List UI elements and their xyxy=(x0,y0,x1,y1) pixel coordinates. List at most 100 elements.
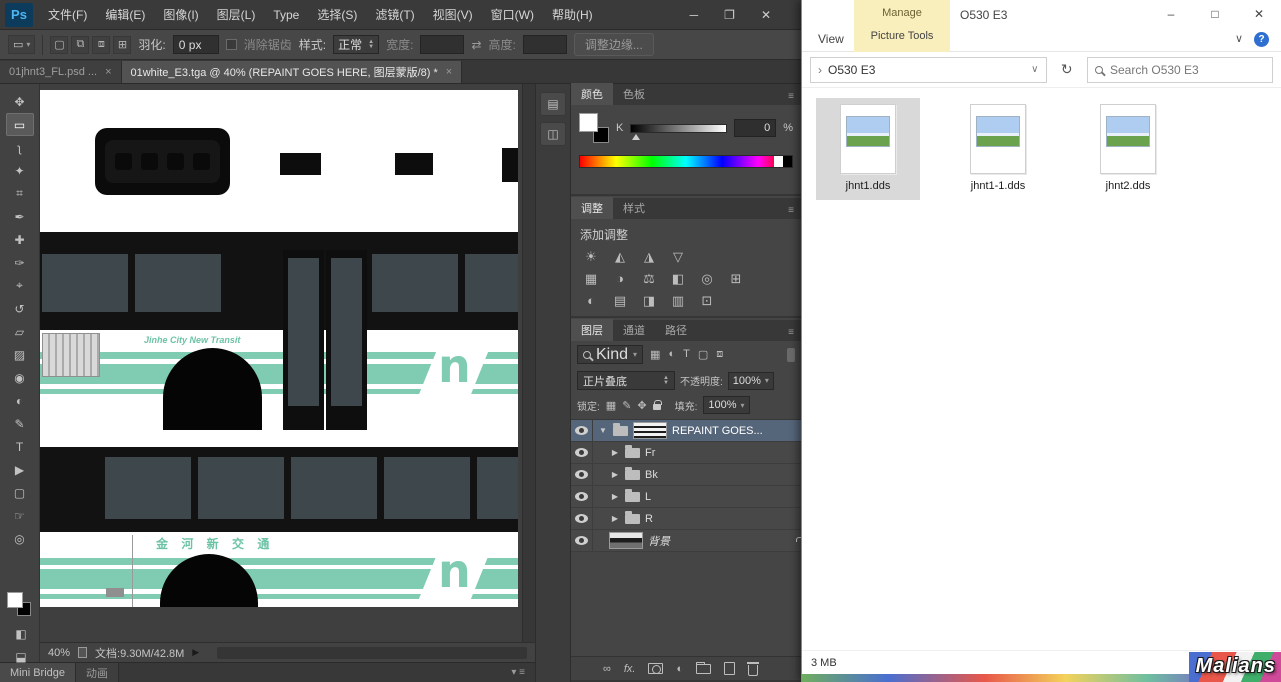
visibility-toggle[interactable] xyxy=(571,442,593,463)
panel-menu-icon[interactable]: ≡ xyxy=(788,205,801,219)
link-layers-icon[interactable]: ∞ xyxy=(603,663,611,675)
close-icon[interactable]: ✕ xyxy=(1237,0,1281,28)
adjustment-icon[interactable]: ◑ xyxy=(610,271,630,287)
refine-edge-button[interactable]: 调整边缘... xyxy=(574,33,654,56)
zoom-level[interactable]: 40% xyxy=(48,647,70,659)
foreground-color-swatch[interactable] xyxy=(7,592,23,608)
tab-close-icon[interactable]: × xyxy=(446,66,452,78)
manage-label[interactable]: Manage xyxy=(854,0,950,19)
menu-item[interactable]: 视图(V) xyxy=(424,0,482,30)
tool-button[interactable]: ◎ xyxy=(6,527,34,550)
tab-adjustments[interactable]: 调整 xyxy=(571,197,613,219)
lock-pixels-icon[interactable]: ✎ xyxy=(622,399,631,412)
file-item[interactable]: jhnt1-1.dds xyxy=(946,98,1050,200)
panel-menu-icon[interactable]: ≡ xyxy=(788,327,801,341)
canvas-artboard[interactable]: Jinhe City New Transit n 金 河 新 交 通 xyxy=(40,90,518,607)
selection-mode-icon[interactable]: ⧈ xyxy=(92,36,110,54)
screen-mode-button[interactable]: ⬓ xyxy=(7,645,35,668)
visibility-toggle[interactable] xyxy=(571,508,593,529)
visibility-toggle[interactable] xyxy=(571,530,593,551)
visibility-toggle[interactable] xyxy=(571,420,593,441)
refresh-button[interactable]: ↻ xyxy=(1055,57,1080,83)
restore-icon[interactable]: ❐ xyxy=(724,8,735,22)
picture-tools-label[interactable]: Picture Tools xyxy=(854,19,950,42)
new-layer-icon[interactable] xyxy=(724,662,735,675)
visibility-toggle[interactable] xyxy=(571,486,593,507)
tool-preset-dropdown[interactable]: ▭ ▾ xyxy=(8,35,35,54)
filter-type-icon[interactable]: T xyxy=(683,348,690,361)
layer-style-icon[interactable]: fx. xyxy=(624,663,636,675)
adjustment-icon[interactable]: ▥ xyxy=(668,293,688,309)
tool-button[interactable]: ✥ xyxy=(6,90,34,113)
filter-type-icon[interactable]: ▢ xyxy=(698,348,708,361)
layer-row[interactable]: ▶ R xyxy=(571,508,801,530)
tool-button[interactable]: ✑ xyxy=(6,251,34,274)
tool-button[interactable]: ▨ xyxy=(6,343,34,366)
feather-input[interactable]: 0 px xyxy=(173,35,219,54)
adjustment-icon[interactable]: ▽ xyxy=(668,249,688,265)
color-spectrum-ramp[interactable] xyxy=(579,155,793,168)
layer-row[interactable]: 背景 xyxy=(571,530,801,552)
adjustment-icon[interactable]: ◎ xyxy=(697,271,717,287)
menu-item[interactable]: 选择(S) xyxy=(308,0,366,30)
lock-all-icon[interactable] xyxy=(653,404,661,410)
color-swatches[interactable]: ◧ ⬓ xyxy=(7,584,35,668)
tab-channels[interactable]: 通道 xyxy=(613,319,655,341)
k-slider[interactable] xyxy=(630,124,727,133)
adjustment-icon[interactable]: ◨ xyxy=(639,293,659,309)
panel-menu-icon[interactable]: ▾ ≡ xyxy=(511,667,535,678)
adjustment-icon[interactable]: ◭ xyxy=(610,249,630,265)
menu-item[interactable]: Type xyxy=(264,0,308,30)
adjustment-icon[interactable]: ▦ xyxy=(581,271,601,287)
tool-button[interactable]: ✒ xyxy=(6,205,34,228)
menu-item[interactable]: 滤镜(T) xyxy=(366,0,423,30)
tool-button[interactable]: ◐ xyxy=(6,389,34,412)
color-swatch-pair[interactable] xyxy=(579,113,609,143)
tool-button[interactable]: ✦ xyxy=(6,159,34,182)
filter-type-icon[interactable]: ▦ xyxy=(650,348,660,361)
minimize-icon[interactable]: – xyxy=(1149,0,1193,28)
panel-menu-icon[interactable]: ≡ xyxy=(788,91,801,105)
antialias-checkbox[interactable] xyxy=(226,39,237,50)
style-dropdown[interactable]: 正常 ▲▼ xyxy=(333,35,379,54)
swap-icon[interactable]: ⇄ xyxy=(471,38,481,52)
play-icon[interactable]: ▶ xyxy=(192,647,199,658)
breadcrumb[interactable]: › O530 E3 ∨ xyxy=(810,57,1047,83)
tool-button[interactable]: ▭ xyxy=(6,113,34,136)
collapsed-panel-button[interactable]: ▤ xyxy=(540,92,566,116)
selection-mode-icon[interactable]: ▢ xyxy=(50,36,68,54)
help-icon[interactable]: ? xyxy=(1254,32,1269,47)
chevron-right-icon[interactable]: › xyxy=(818,63,822,77)
menu-item[interactable]: 编辑(E) xyxy=(96,0,154,30)
adjustment-icon[interactable]: ⊡ xyxy=(697,293,717,309)
tool-button[interactable]: ↺ xyxy=(6,297,34,320)
delete-layer-icon[interactable] xyxy=(748,665,758,676)
blend-mode-dropdown[interactable]: 正片叠底 ▲▼ xyxy=(577,371,675,390)
tool-button[interactable]: ⌖ xyxy=(6,274,34,297)
minimize-icon[interactable]: ─ xyxy=(690,8,699,22)
selection-mode-icon[interactable]: ⊞ xyxy=(113,36,131,54)
tab-styles[interactable]: 样式 xyxy=(613,197,655,219)
tool-button[interactable]: ⌗ xyxy=(6,182,34,205)
tab-close-icon[interactable]: × xyxy=(105,66,111,78)
layer-filter-dropdown[interactable]: Kind ▾ xyxy=(577,345,643,364)
menu-item[interactable]: 图像(I) xyxy=(154,0,207,30)
tab-swatches[interactable]: 色板 xyxy=(613,83,655,105)
manage-contextual-tab[interactable]: Manage Picture Tools xyxy=(854,0,950,52)
k-value-input[interactable]: 0 xyxy=(734,119,776,137)
new-group-icon[interactable] xyxy=(696,664,711,674)
layer-row[interactable]: ▶ Bk xyxy=(571,464,801,486)
visibility-toggle[interactable] xyxy=(571,464,593,485)
adjustment-icon[interactable]: ◐ xyxy=(581,293,601,309)
tool-button[interactable]: ▶ xyxy=(6,458,34,481)
maximize-icon[interactable]: □ xyxy=(1193,0,1237,28)
file-item[interactable]: jhnt1.dds xyxy=(816,98,920,200)
tool-button[interactable]: ʅ xyxy=(6,136,34,159)
tool-button[interactable]: ☞ xyxy=(6,504,34,527)
file-item[interactable]: jhnt2.dds xyxy=(1076,98,1180,200)
lock-transparency-icon[interactable]: ▦ xyxy=(606,399,616,412)
menu-item[interactable]: 文件(F) xyxy=(39,0,96,30)
lock-position-icon[interactable]: ✥ xyxy=(637,399,646,412)
adjustment-icon[interactable]: ☀ xyxy=(581,249,601,265)
expand-caret-icon[interactable]: ▶ xyxy=(610,448,620,457)
